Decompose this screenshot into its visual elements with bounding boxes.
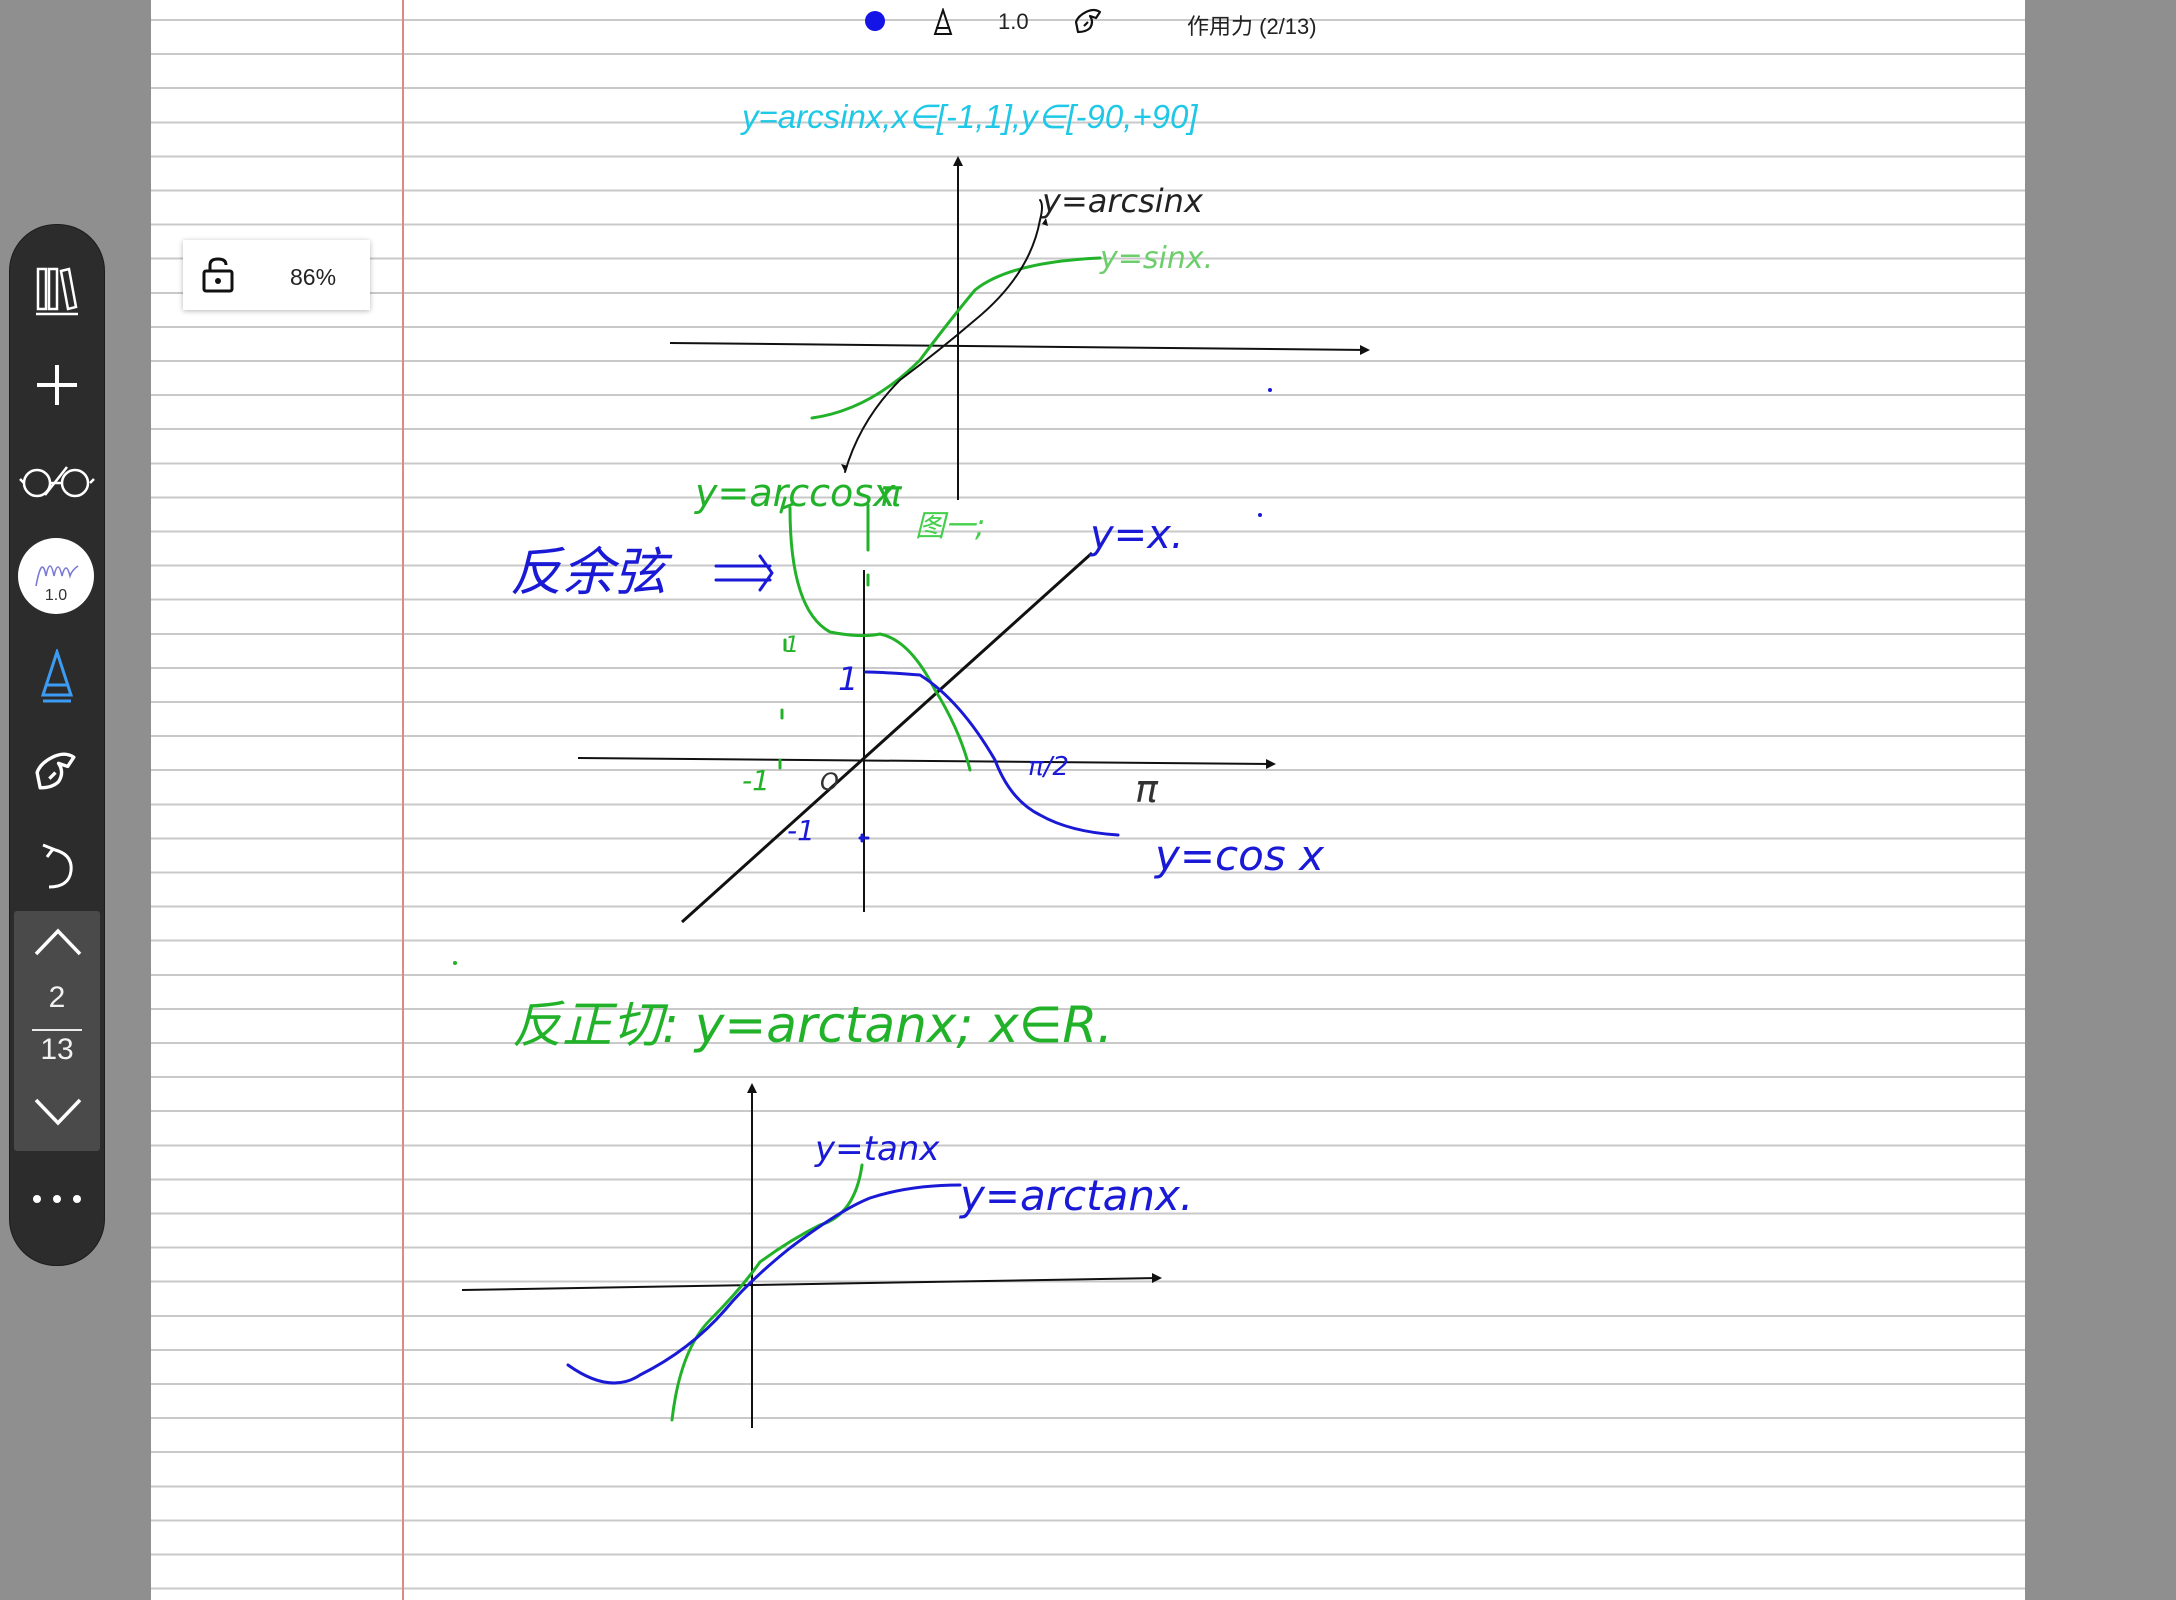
- label-arctan-title: 反正切: y=arctanx; x∈R.: [512, 996, 1113, 1054]
- label-arccos: y=arccosx: [694, 471, 896, 515]
- label-pi-top: π: [880, 474, 903, 515]
- label-neg-one-x: -1: [742, 764, 770, 797]
- label-fanyuxian: 反余弦: [510, 543, 673, 603]
- label-neg-one-y: -1: [787, 814, 815, 847]
- label-tan: y=tanx: [814, 1129, 940, 1169]
- label-arctan: y=arctanx.: [958, 1171, 1193, 1220]
- label-sin: y=sinx.: [1099, 241, 1213, 276]
- stray-dot: [1258, 513, 1262, 517]
- graph-arcsin: y=arcsinx y=sinx.: [669, 156, 1370, 500]
- label-cos: y=cos x: [1153, 831, 1325, 880]
- label-origin: O: [820, 768, 839, 796]
- stray-dot: [453, 961, 457, 965]
- label-fig: 图一;: [915, 509, 985, 544]
- label-one-b: 1: [785, 633, 799, 658]
- label-one-a: 1: [838, 660, 858, 698]
- graph-arctan: y=tanx y=arctanx.: [461, 1083, 1193, 1428]
- handwritten-notes[interactable]: y=arcsinx,x∈[-1,1],y∈[-90,+90] y=arcsinx…: [0, 0, 2176, 1600]
- label-arcsin: y=arcsinx: [1041, 182, 1204, 220]
- heading-text: y=arcsinx,x∈[-1,1],y∈[-90,+90]: [740, 98, 1198, 135]
- label-pi-half: π/2: [1028, 752, 1069, 782]
- label-pi: π: [1135, 767, 1159, 811]
- stray-dot: [1268, 388, 1272, 392]
- graph-arccos: y=arccosx π 图一; y=x. 反余弦 1 1 -1 -1 O π/2…: [510, 471, 1325, 924]
- label-yx: y=x.: [1089, 512, 1184, 558]
